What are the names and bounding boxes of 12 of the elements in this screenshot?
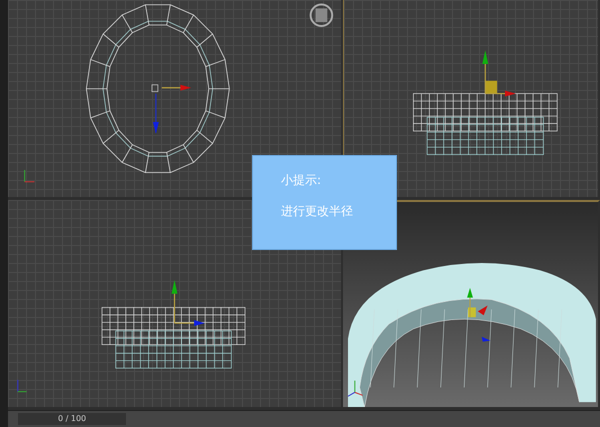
axis-tripod-icon <box>348 380 364 397</box>
transform-gizmo-icon <box>467 288 490 342</box>
tip-title: 小提示: <box>281 172 322 189</box>
axis-tripod-icon <box>24 170 35 182</box>
navigation-cube-icon[interactable] <box>310 4 334 27</box>
axis-tripod-icon <box>17 379 28 392</box>
transform-gizmo-icon <box>152 84 192 134</box>
time-slider[interactable]: 0 / 100 <box>8 410 600 427</box>
transform-gizmo-icon <box>482 50 516 97</box>
transform-gizmo-icon <box>172 280 205 326</box>
tip-message: 进行更改半径 <box>281 203 354 220</box>
time-slider-thumb[interactable]: 0 / 100 <box>18 413 126 425</box>
